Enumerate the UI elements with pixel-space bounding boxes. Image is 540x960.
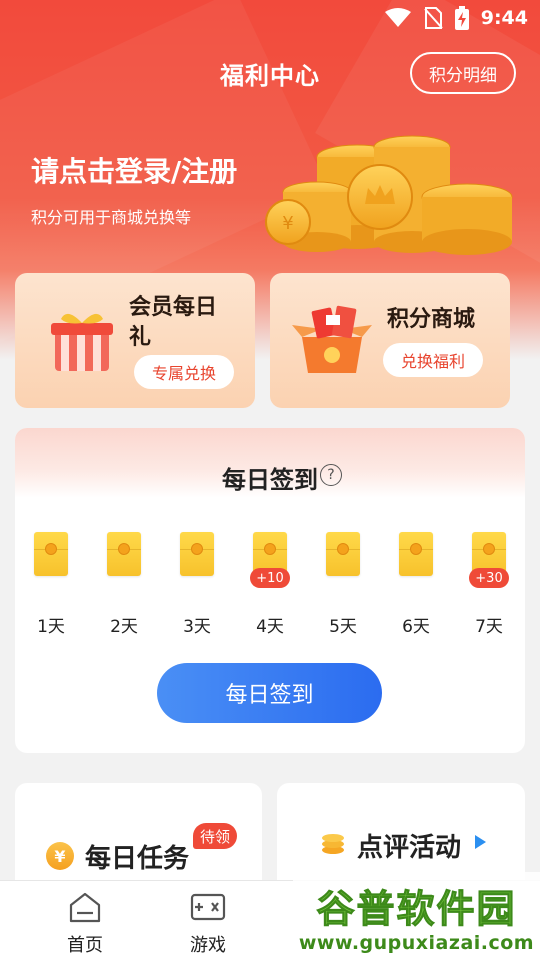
clock: 9:44	[480, 7, 528, 29]
day-label: 7天	[475, 617, 503, 637]
checkin-day: 1天	[23, 530, 79, 640]
red-envelope-icon	[326, 532, 360, 576]
review-activity-title: 点评活动	[357, 833, 462, 863]
redeem-benefits-button[interactable]: 兑换福利	[383, 343, 483, 377]
no-sim-icon	[423, 7, 443, 29]
member-daily-gift-card[interactable]: 会员每日 礼 专属兑换	[15, 273, 255, 408]
member-daily-gift-title: 会员每日 礼	[129, 293, 229, 353]
points-mall-card[interactable]: 积分商城 兑换福利	[270, 273, 510, 408]
checkin-day: 2天	[96, 530, 152, 640]
gift-box-icon	[51, 313, 113, 371]
daily-checkin-button[interactable]: 每日签到	[157, 663, 382, 723]
svg-text:¥: ¥	[282, 213, 293, 234]
coin-stack-icon	[322, 834, 344, 854]
day-label: 4天	[256, 617, 284, 637]
checkin-title: 每日签到	[222, 466, 318, 494]
nav-label: 首页	[67, 935, 103, 956]
yen-coin-icon: ¥	[46, 842, 74, 870]
checkin-day: +30 7天	[461, 530, 517, 640]
nav-label: 游戏	[190, 935, 226, 956]
day-label: 6天	[402, 617, 430, 637]
bonus-badge: +30	[469, 568, 509, 588]
help-icon[interactable]: ?	[320, 464, 342, 486]
exclusive-exchange-button[interactable]: 专属兑换	[134, 355, 234, 389]
play-arrow-icon	[475, 835, 486, 849]
red-envelope-icon	[107, 532, 141, 576]
login-register-link[interactable]: 请点击登录/注册	[31, 150, 237, 190]
points-mall-title: 积分商城	[387, 307, 476, 332]
red-envelope-icon	[180, 532, 214, 576]
nav-item-home[interactable]: 首页	[45, 881, 125, 960]
gamepad-icon	[190, 893, 226, 921]
watermark-name: 谷普软件园	[316, 886, 517, 932]
checkin-day: 6天	[388, 530, 444, 640]
checkin-day: 3天	[169, 530, 225, 640]
home-icon	[69, 892, 101, 923]
red-envelope-icon	[34, 532, 68, 576]
gold-coins-illustration: ¥	[265, 135, 513, 255]
red-envelope-icon	[399, 532, 433, 576]
day-label: 1天	[37, 617, 65, 637]
watermark-url: www.gupuxiazai.com	[298, 932, 535, 954]
watermark-logo: 谷普软件园 www.gupuxiazai.com	[293, 872, 540, 960]
checkin-day: +10 4天	[242, 530, 298, 640]
wifi-icon	[384, 8, 411, 27]
status-bar: 9:44	[0, 0, 540, 36]
nav-item-games[interactable]: 游戏	[168, 881, 248, 960]
promo-title-line: 会员每日	[129, 295, 218, 320]
checkin-day: 5天	[315, 530, 371, 640]
status-icons: 9:44	[384, 5, 528, 31]
login-subtitle: 积分可用于商城兑换等	[31, 208, 192, 227]
promo-title-line: 礼	[129, 325, 152, 350]
bonus-badge: +10	[250, 568, 290, 588]
battery-charging-icon	[454, 6, 469, 30]
points-detail-button[interactable]: 积分明细	[410, 52, 516, 94]
day-label: 2天	[110, 617, 138, 637]
pending-claim-badge: 待领	[193, 823, 237, 849]
red-envelope-box-icon	[292, 305, 372, 373]
day-label: 5天	[329, 617, 357, 637]
daily-checkin-card: 每日签到 ? 1天 2天 3天 +10 4天 5天 6天 +30 7天 每日签到	[15, 428, 525, 753]
daily-tasks-title: 每日任务	[85, 844, 190, 874]
day-label: 3天	[183, 617, 211, 637]
